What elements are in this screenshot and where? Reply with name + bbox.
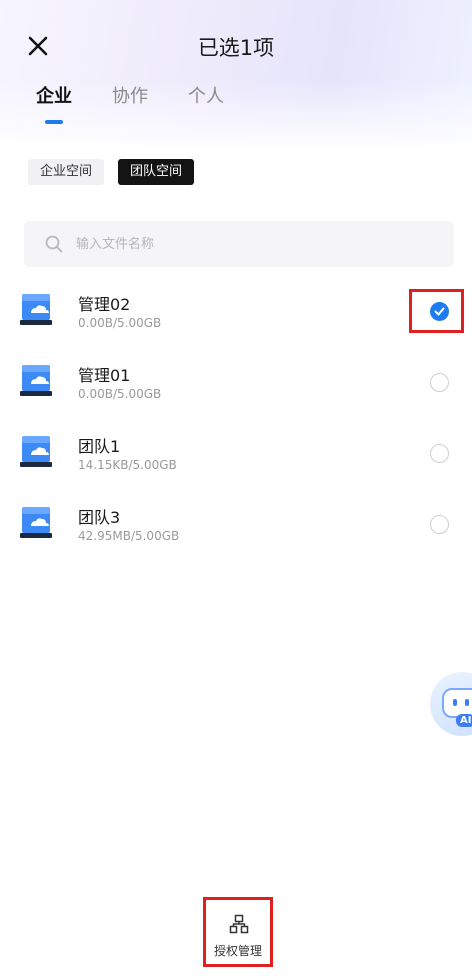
authorization-management-button[interactable]: 授权管理	[203, 897, 273, 967]
list-item[interactable]: 管理02 0.00B/5.00GB	[0, 275, 472, 346]
item-size: 0.00B/5.00GB	[78, 316, 162, 330]
chip-team-space[interactable]: 团队空间	[118, 159, 195, 185]
highlight-frame	[409, 289, 464, 333]
tab-collaboration[interactable]: 协作	[112, 82, 148, 108]
tab-bar: 企业 协作 个人	[36, 82, 264, 108]
item-size: 14.15KB/5.00GB	[78, 458, 177, 472]
cloud-drive-icon	[20, 507, 52, 538]
space-filter: 企业空间 团队空间	[28, 159, 208, 185]
item-size: 0.00B/5.00GB	[78, 387, 162, 401]
header: 已选1项	[0, 0, 472, 95]
close-icon	[28, 36, 48, 56]
item-name: 管理01	[78, 366, 131, 385]
tab-personal[interactable]: 个人	[188, 82, 224, 108]
search-box[interactable]	[24, 221, 454, 267]
ai-assistant-button[interactable]: AI	[430, 672, 472, 736]
ai-badge: AI	[456, 714, 472, 727]
item-name: 管理02	[78, 295, 131, 314]
select-checkbox[interactable]	[430, 515, 449, 534]
select-checkbox[interactable]	[430, 444, 449, 463]
close-button[interactable]	[24, 32, 52, 60]
cloud-drive-icon	[20, 436, 52, 467]
robot-eye	[453, 699, 457, 706]
select-checkbox[interactable]	[430, 373, 449, 392]
authorization-management-label: 授权管理	[213, 944, 262, 958]
tab-enterprise[interactable]: 企业	[36, 82, 72, 108]
cloud-drive-icon	[20, 365, 52, 396]
robot-eye	[465, 699, 469, 706]
item-name: 团队3	[78, 508, 121, 527]
search-icon	[45, 235, 63, 253]
org-chart-icon	[229, 914, 249, 934]
list-item[interactable]: 团队1 14.15KB/5.00GB	[0, 417, 472, 488]
cloud-drive-icon	[20, 294, 52, 325]
list-item[interactable]: 团队3 42.95MB/5.00GB	[0, 488, 472, 559]
chip-enterprise-space[interactable]: 企业空间	[28, 159, 105, 185]
search-input[interactable]	[74, 235, 408, 253]
item-size: 42.95MB/5.00GB	[78, 529, 180, 543]
list-item[interactable]: 管理01 0.00B/5.00GB	[0, 346, 472, 417]
item-name: 团队1	[78, 437, 121, 456]
team-space-list: 管理02 0.00B/5.00GB 管理01 0.00B/5.00GB 团队1 …	[0, 275, 472, 559]
page-title: 已选1项	[197, 36, 275, 60]
